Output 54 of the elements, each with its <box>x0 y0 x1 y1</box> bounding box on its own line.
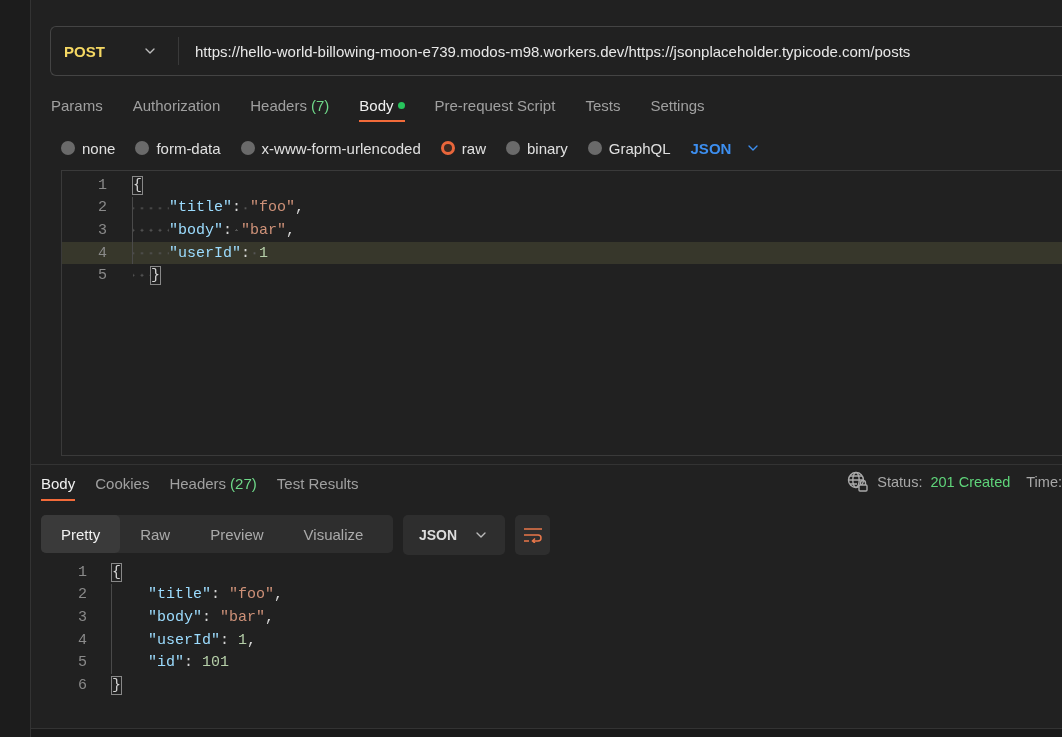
line-number: 3 <box>77 609 87 626</box>
request-tab[interactable]: Settings <box>650 94 705 122</box>
line-number: 3 <box>97 222 107 239</box>
response-tab[interactable]: Cookies <box>95 475 150 501</box>
wrap-button[interactable] <box>515 515 551 555</box>
line-number: 5 <box>97 267 107 285</box>
radio-option[interactable]: binary <box>505 139 568 157</box>
request-tab[interactable]: Body <box>359 94 405 122</box>
line-number: 6 <box>77 676 87 694</box>
radio-option[interactable]: form-data <box>135 139 221 157</box>
response-tab[interactable]: Body <box>41 475 76 501</box>
url-field[interactable]: https://hello-world-billowing-moon-e739.modos-m98.workers.dev/https://jsonplaceholder.typicode.com/posts <box>179 42 911 60</box>
line-number: 1 <box>97 176 107 194</box>
code-text: { <box>132 175 142 196</box>
globe-lock-icon <box>847 471 870 493</box>
time-label: Time: <box>1026 474 1062 490</box>
line-number: 4 <box>97 244 107 262</box>
view-mode-button[interactable]: Pretty <box>41 515 121 553</box>
line-number: 4 <box>77 631 87 649</box>
radio-option[interactable]: x-www-form-urlencoded <box>240 139 421 157</box>
request-tab[interactable]: Pre-request Script <box>434 94 556 122</box>
line-number: 5 <box>77 654 87 672</box>
view-mode-button[interactable]: Visualize <box>283 515 384 553</box>
code-text: "body": "bar", <box>111 606 275 629</box>
code-text: "title": "foo", <box>111 583 284 607</box>
code-text: "userId": 1 <box>132 241 269 265</box>
line-number: 2 <box>97 199 107 217</box>
code-text: { <box>111 562 121 583</box>
view-mode-button[interactable]: Preview <box>190 515 284 553</box>
code-text: } <box>132 264 160 287</box>
code-text: "id": 101 <box>111 651 230 674</box>
code-text: } <box>111 675 121 696</box>
code-editor[interactable]: 1 { 2 "title": "foo", 3 "body": "bar", 4 "userId": 1 5 } <box>61 170 1062 456</box>
response-tab[interactable]: Test Results <box>276 475 359 501</box>
request-tab[interactable]: Tests <box>585 94 621 122</box>
response-tab[interactable]: Headers (27) <box>169 475 257 501</box>
code-text: "userId": 1, <box>111 628 257 652</box>
format-dropdown[interactable]: JSON <box>690 139 762 157</box>
radio-option[interactable]: GraphQL <box>587 139 671 157</box>
status-label: Status: <box>877 474 923 490</box>
format-dropdown[interactable]: JSON <box>403 515 506 555</box>
view-mode-button[interactable]: Raw <box>120 515 191 553</box>
radio-option[interactable]: none <box>61 139 116 157</box>
request-tab[interactable]: Params <box>51 94 103 122</box>
status-value: 201 Created <box>930 474 1011 490</box>
line-number: 1 <box>77 563 87 581</box>
request-tab[interactable]: Authorization <box>132 94 221 122</box>
wrap-lines-icon <box>522 527 543 543</box>
method-dropdown[interactable]: POST <box>51 37 179 65</box>
line-number: 2 <box>77 586 87 604</box>
radio-option[interactable]: raw <box>440 139 486 157</box>
request-tab[interactable]: Headers (7) <box>250 94 330 122</box>
code-text: "title": "foo", <box>132 196 305 220</box>
code-text: "body": "bar", <box>132 219 296 242</box>
